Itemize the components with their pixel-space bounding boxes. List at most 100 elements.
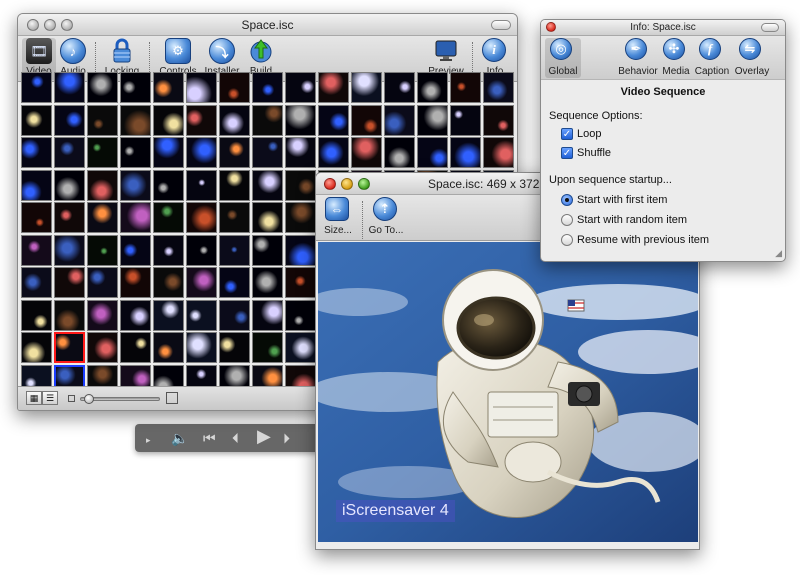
thumbnail-item[interactable] <box>450 104 481 136</box>
thumbnail-item[interactable] <box>120 299 151 331</box>
play-small-icon[interactable]: ▸ <box>146 432 151 448</box>
loop-checkbox-row[interactable]: ✓ Loop <box>561 128 601 141</box>
thumbnail-item[interactable] <box>153 234 184 266</box>
grid-view-icon[interactable]: ▦ <box>26 391 42 405</box>
thumbnail-item[interactable] <box>483 72 514 103</box>
thumbnail-item[interactable] <box>285 299 316 331</box>
list-view-icon[interactable]: ☰ <box>42 391 58 405</box>
thumbnail-item[interactable] <box>252 332 283 363</box>
thumbnail-item[interactable] <box>153 72 184 103</box>
thumbnail-item[interactable] <box>219 299 250 331</box>
thumbnail-item[interactable] <box>219 202 250 233</box>
thumbnail-item[interactable] <box>87 332 118 363</box>
thumbnail-item[interactable] <box>120 234 151 266</box>
thumbnail-item[interactable] <box>186 267 217 298</box>
thumbnail-item[interactable] <box>252 104 283 136</box>
thumbnail-item[interactable] <box>21 104 52 136</box>
thumbnail-item[interactable] <box>219 267 250 298</box>
thumbnail-item[interactable] <box>318 72 349 103</box>
thumbnail-item[interactable] <box>87 202 118 233</box>
thumbnail-item[interactable] <box>186 202 217 233</box>
minimize-button[interactable] <box>44 19 56 31</box>
thumbnail-item[interactable] <box>153 267 184 298</box>
play-icon[interactable]: ▶ <box>257 427 271 445</box>
thumbnail-item[interactable] <box>21 202 52 233</box>
thumbnail-item[interactable] <box>186 72 217 103</box>
library-titlebar[interactable]: Space.isc <box>18 14 517 36</box>
thumbnail-item[interactable] <box>21 137 52 168</box>
thumbnail-item[interactable] <box>153 137 184 168</box>
thumbnail-item[interactable] <box>417 104 448 136</box>
thumbnail-item[interactable] <box>87 104 118 136</box>
goto-button[interactable]: ⇡ Go To... <box>366 197 406 239</box>
thumbnail-item[interactable] <box>384 137 415 168</box>
thumbnail-item[interactable] <box>285 72 316 103</box>
thumbnail-item[interactable] <box>483 137 514 168</box>
thumbnail-item[interactable] <box>54 234 85 266</box>
thumbnail-item[interactable] <box>186 169 217 201</box>
close-button[interactable] <box>27 19 39 31</box>
thumbnail-item[interactable] <box>21 169 52 201</box>
thumbnail-item[interactable] <box>351 72 382 103</box>
resume-previous-radio[interactable] <box>561 234 573 247</box>
size-button[interactable]: ⇔ Size... <box>320 197 356 239</box>
thumbnail-item[interactable] <box>318 104 349 136</box>
thumbnail-item[interactable] <box>21 267 52 298</box>
thumbnail-item[interactable] <box>120 332 151 363</box>
thumbnail-item[interactable] <box>87 234 118 266</box>
thumbnail-item[interactable] <box>186 234 217 266</box>
thumbnail-item[interactable] <box>417 137 448 168</box>
tab-global[interactable]: ◎ Global <box>545 38 581 78</box>
start-first-radio[interactable] <box>561 194 573 207</box>
thumbnail-item[interactable] <box>87 169 118 201</box>
thumbnail-item[interactable] <box>87 267 118 298</box>
zoom-button[interactable] <box>61 19 73 31</box>
thumbnail-item[interactable] <box>153 169 184 201</box>
thumbnail-item[interactable] <box>21 299 52 331</box>
thumbnail-item[interactable] <box>252 137 283 168</box>
start-random-radio[interactable] <box>561 214 573 227</box>
thumbnail-item[interactable] <box>285 169 316 201</box>
thumbnail-item[interactable] <box>252 72 283 103</box>
resize-grip-icon[interactable]: ◢ <box>775 248 782 259</box>
thumbnail-item[interactable] <box>384 72 415 103</box>
toolbar-toggle-button[interactable] <box>491 20 511 30</box>
thumbnail-item[interactable] <box>186 332 217 363</box>
thumbnail-item[interactable] <box>120 104 151 136</box>
thumbnail-item[interactable] <box>54 104 85 136</box>
thumbnail-item[interactable] <box>54 169 85 201</box>
thumbnail-item[interactable] <box>384 104 415 136</box>
thumbnail-item[interactable] <box>252 202 283 233</box>
thumbnail-item[interactable] <box>54 332 85 363</box>
thumbnail-item[interactable] <box>21 234 52 266</box>
thumbnail-item[interactable] <box>285 267 316 298</box>
thumbnail-item[interactable] <box>54 299 85 331</box>
thumbnail-item[interactable] <box>120 72 151 103</box>
minimize-button[interactable] <box>341 178 353 190</box>
thumbnail-item[interactable] <box>285 234 316 266</box>
thumbnail-item[interactable] <box>285 137 316 168</box>
thumbnail-item[interactable] <box>219 72 250 103</box>
thumbnail-item[interactable] <box>285 202 316 233</box>
close-button[interactable] <box>324 178 336 190</box>
tab-overlay[interactable]: ⇋ Overlay <box>729 38 775 77</box>
thumbnail-item[interactable] <box>186 137 217 168</box>
thumbnail-item[interactable] <box>417 72 448 103</box>
thumbnail-size-slider-knob[interactable] <box>84 394 94 404</box>
thumbnail-item[interactable] <box>285 104 316 136</box>
thumbnail-item[interactable] <box>87 299 118 331</box>
thumbnail-item[interactable] <box>120 202 151 233</box>
thumbnail-item[interactable] <box>186 299 217 331</box>
start-first-radio-row[interactable]: Start with first item <box>561 194 667 207</box>
thumbnail-item[interactable] <box>21 72 52 103</box>
info-titlebar[interactable]: Info: Space.isc <box>541 20 785 36</box>
thumbnail-item[interactable] <box>450 72 481 103</box>
close-button[interactable] <box>546 22 556 32</box>
next-icon[interactable]: ⏵ <box>283 430 290 446</box>
thumbnail-item[interactable] <box>252 234 283 266</box>
zoom-button[interactable] <box>358 178 370 190</box>
skip-to-start-icon[interactable]: ⏮ <box>203 430 216 446</box>
thumbnail-item[interactable] <box>153 202 184 233</box>
thumbnail-item[interactable] <box>219 104 250 136</box>
thumbnail-item[interactable] <box>54 267 85 298</box>
